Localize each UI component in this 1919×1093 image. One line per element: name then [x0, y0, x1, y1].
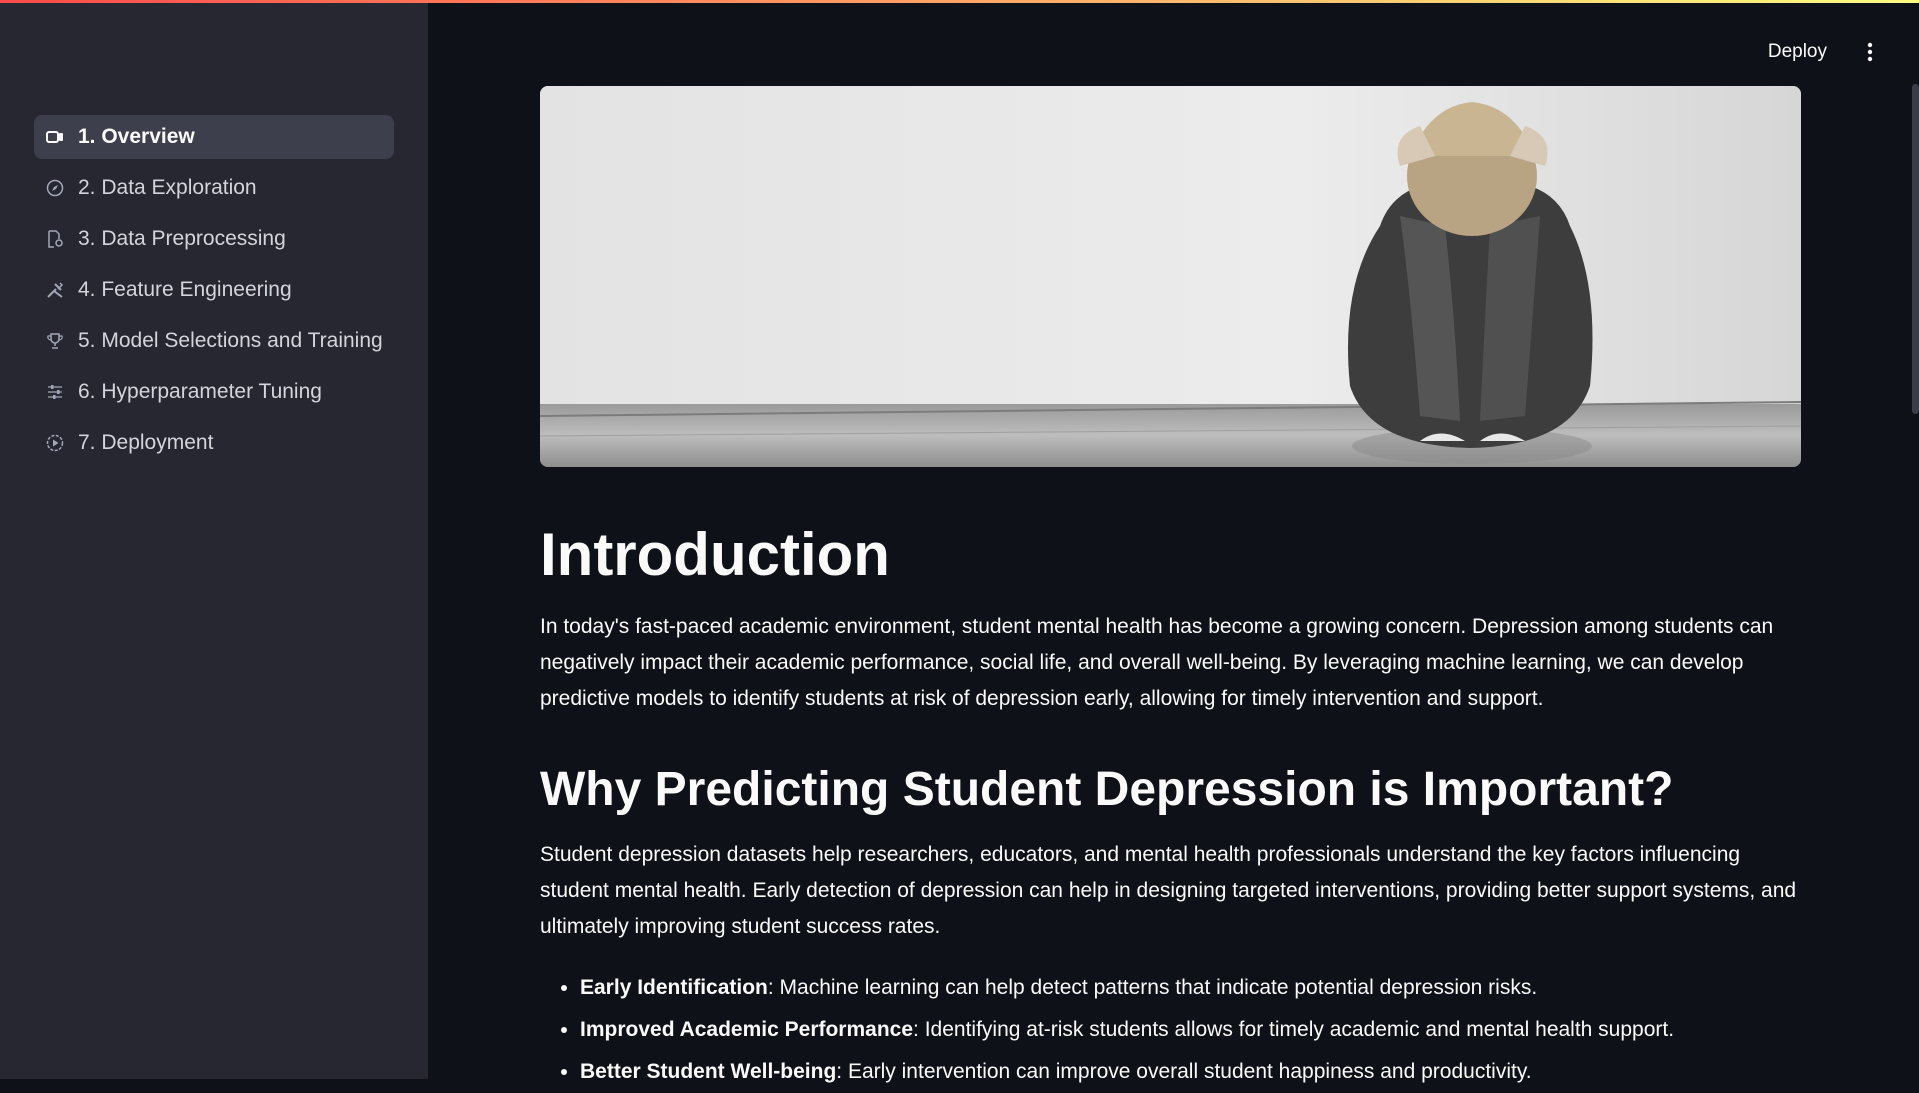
sidebar: 1. Overview 2. Data Exploration 3. Data …: [0, 0, 428, 1079]
top-toolbar: Deploy: [1758, 30, 1919, 74]
bullet-term: Improved Academic Performance: [580, 1018, 914, 1041]
trophy-icon: [44, 330, 66, 352]
sidebar-item-deployment[interactable]: 7. Deployment: [34, 421, 394, 465]
list-item: Early Identification: Machine learning c…: [580, 967, 1801, 1009]
compass-icon: [44, 177, 66, 199]
sidebar-item-feature-engineering[interactable]: 4. Feature Engineering: [34, 268, 394, 312]
vertical-dots-icon[interactable]: [1855, 37, 1885, 67]
top-decoration-bar: [0, 0, 1919, 3]
bullet-text: : Machine learning can help detect patte…: [767, 976, 1538, 999]
content-column: Introduction In today's fast-paced acade…: [540, 86, 1801, 1093]
play-circle-icon: [44, 432, 66, 454]
sidebar-item-label: 4. Feature Engineering: [78, 278, 292, 301]
sidebar-nav: 1. Overview 2. Data Exploration 3. Data …: [34, 115, 394, 472]
sidebar-item-label: 7. Deployment: [78, 431, 214, 454]
sidebar-item-data-preprocessing[interactable]: 3. Data Preprocessing: [34, 217, 394, 261]
sidebar-item-hyperparameter-tuning[interactable]: 6. Hyperparameter Tuning: [34, 370, 394, 414]
why-heading: Why Predicting Student Depression is Imp…: [540, 763, 1674, 816]
bullet-term: Early Identification: [580, 976, 768, 999]
main-scrollbar[interactable]: [1912, 84, 1919, 414]
hero-illustration: [540, 86, 1801, 467]
sidebar-item-label: 6. Hyperparameter Tuning: [78, 380, 322, 403]
bullet-text: : Identifying at-risk students allows fo…: [913, 1018, 1675, 1041]
hero-image: [540, 86, 1801, 467]
bullet-text: : Early intervention can improve overall…: [836, 1060, 1532, 1083]
main-area: Deploy Introduction In today's fast-pace…: [428, 0, 1919, 1083]
intro-paragraph: In today's fast-paced academic environme…: [540, 615, 1774, 710]
document-gear-icon: [44, 228, 66, 250]
video-icon: [44, 126, 66, 148]
list-item: Improved Academic Performance: Identifyi…: [580, 1009, 1801, 1051]
sidebar-item-label: 1. Overview: [78, 125, 195, 148]
sidebar-item-label: 2. Data Exploration: [78, 176, 257, 199]
deploy-button[interactable]: Deploy: [1758, 35, 1837, 69]
sidebar-item-data-exploration[interactable]: 2. Data Exploration: [34, 166, 394, 210]
tools-icon: [44, 279, 66, 301]
intro-heading: Introduction: [540, 521, 890, 588]
why-paragraph: Student depression datasets help researc…: [540, 843, 1797, 938]
sidebar-item-label: 5. Model Selections and Training: [78, 329, 383, 352]
sliders-icon: [44, 381, 66, 403]
bullet-term: Better Student Well-being: [580, 1060, 837, 1083]
sidebar-item-overview[interactable]: 1. Overview: [34, 115, 394, 159]
sidebar-item-model-selection[interactable]: 5. Model Selections and Training: [34, 319, 394, 363]
list-item: Better Student Well-being: Early interve…: [580, 1051, 1801, 1093]
benefits-list: Early Identification: Machine learning c…: [540, 967, 1801, 1093]
sidebar-item-label: 3. Data Preprocessing: [78, 227, 286, 250]
